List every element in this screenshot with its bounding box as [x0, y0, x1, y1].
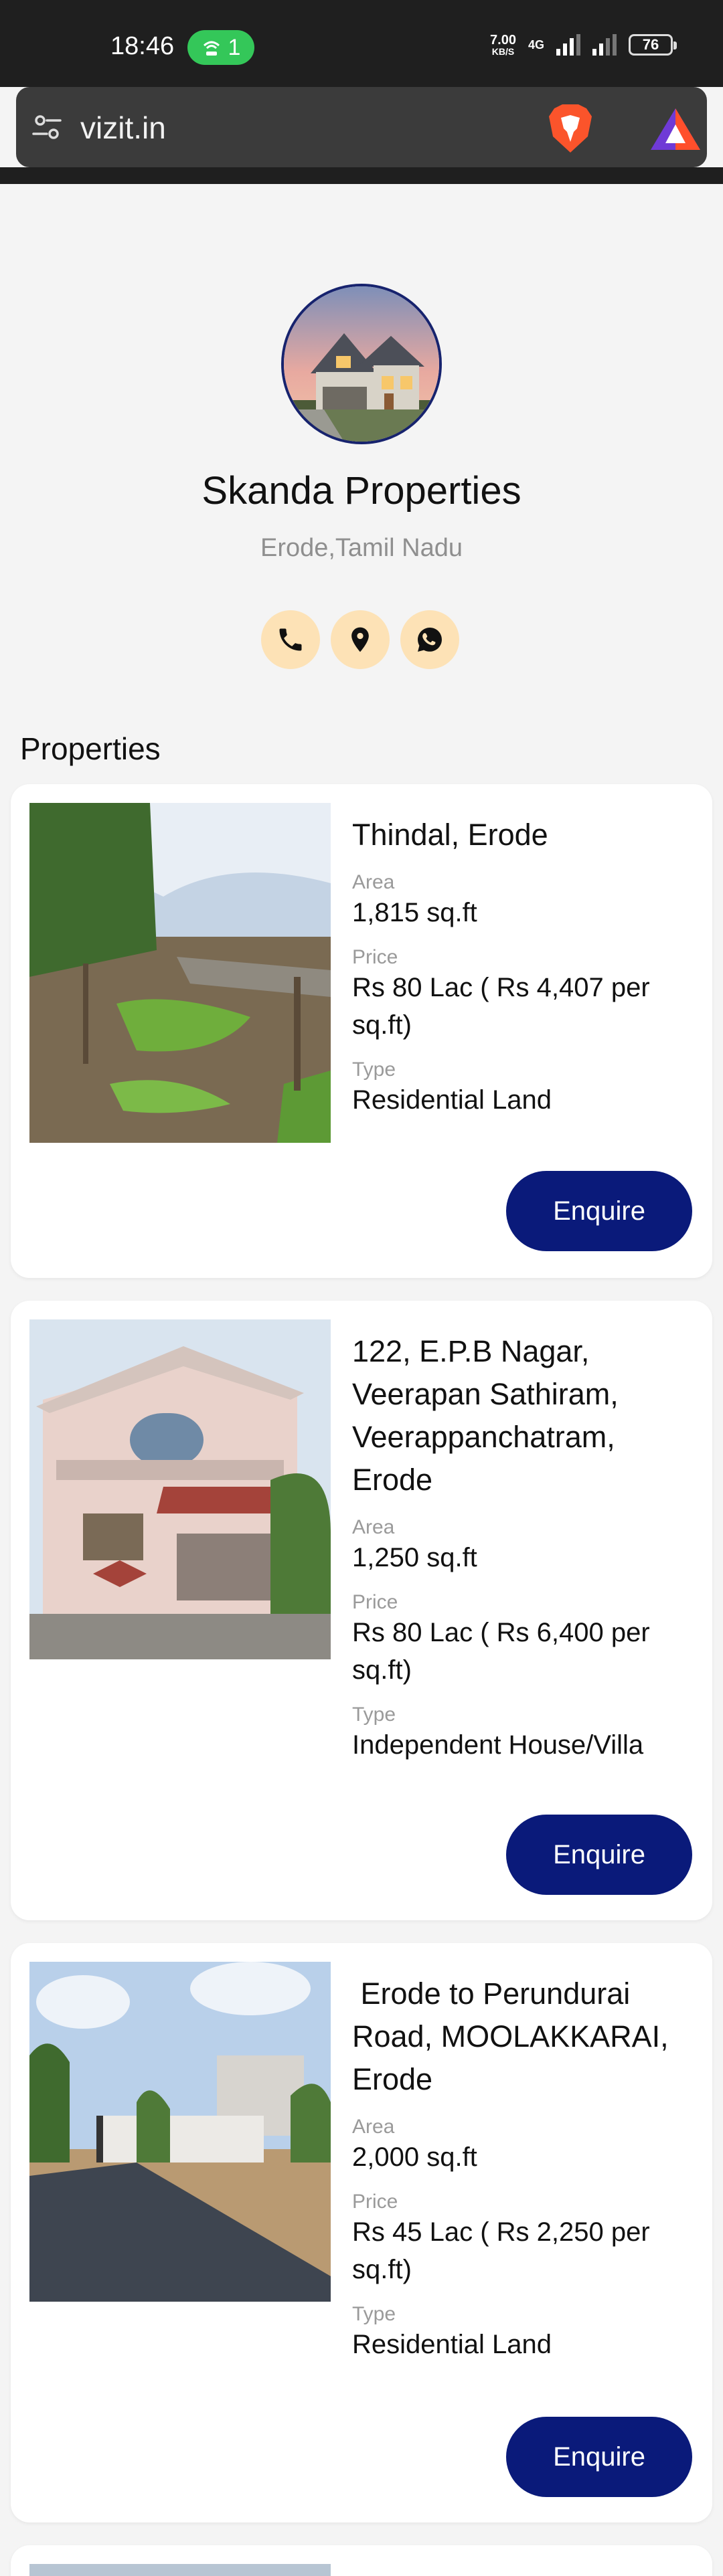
- speed-value: 7.00: [490, 33, 516, 48]
- type-label: Type: [352, 1059, 396, 1081]
- property-title: Thindal, Erode: [352, 818, 548, 852]
- network-speed: 7.00 KB/S: [490, 33, 516, 56]
- brave-shields-icon[interactable]: [545, 102, 596, 155]
- enquire-button[interactable]: Enquire: [506, 2417, 692, 2497]
- contact-actions: [261, 610, 459, 669]
- site-settings-icon[interactable]: [31, 111, 63, 143]
- type-label: Type: [352, 2303, 396, 2325]
- brave-rewards-icon[interactable]: [648, 106, 703, 153]
- property-photo[interactable]: [29, 2564, 331, 2576]
- phone-icon: [279, 628, 302, 651]
- whatsapp-button[interactable]: [400, 610, 459, 669]
- hotspot-icon: [203, 41, 220, 56]
- property-photo[interactable]: [29, 1962, 331, 2302]
- price-value: Rs 80 Lac ( Rs 6,400 per sq.ft): [352, 1618, 650, 1685]
- section-title: Properties: [20, 731, 161, 766]
- address-bar[interactable]: vizit.in: [16, 87, 707, 167]
- area-label: Area: [352, 1516, 395, 1538]
- property-title: Erode to Perundurai Road, MOOLAKKARAI, E…: [352, 1976, 677, 2096]
- type-label: Type: [352, 1704, 396, 1726]
- battery-icon: 76: [629, 34, 677, 56]
- status-time: 18:46: [110, 32, 175, 60]
- type-value: Residential Land: [352, 1085, 552, 1115]
- property-card: 122, E.P.B Nagar, Veerapan Sathiram, Vee…: [11, 1301, 712, 1920]
- area-value: 2,000 sq.ft: [352, 2142, 477, 2172]
- enquire-button[interactable]: Enquire: [506, 1171, 692, 1251]
- whatsapp-icon: [418, 628, 442, 652]
- house-photo: [284, 286, 439, 442]
- toolbar-background: [0, 167, 723, 184]
- area-value: 1,250 sq.ft: [352, 1543, 477, 1572]
- price-label: Price: [352, 2191, 398, 2213]
- property-card: Thindal, Erode Area 1,815 sq.ft Price Rs…: [11, 784, 712, 1278]
- hotspot-badge: 1: [187, 30, 254, 65]
- call-button[interactable]: [261, 610, 320, 669]
- enquire-button[interactable]: Enquire: [506, 1815, 692, 1895]
- price-label: Price: [352, 1591, 398, 1613]
- url-text[interactable]: vizit.in: [80, 110, 166, 146]
- type-value: Independent House/Villa: [352, 1730, 644, 1760]
- property-card: Erode to Perundurai Road, MOOLAKKARAI, E…: [11, 1943, 712, 2522]
- property-title: 122, E.P.B Nagar, Veerapan Sathiram, Vee…: [352, 1334, 619, 1497]
- type-value: Residential Land: [352, 2330, 552, 2359]
- price-value: Rs 45 Lac ( Rs 2,250 per sq.ft): [352, 2217, 650, 2284]
- profile-name: Skanda Properties: [202, 469, 521, 513]
- property-photo[interactable]: [29, 1319, 331, 1659]
- signal-icon-2: [592, 34, 617, 56]
- area-label: Area: [352, 871, 395, 893]
- network-type: 4G: [528, 37, 544, 52]
- speed-unit: KB/S: [491, 46, 515, 57]
- battery-level: 76: [642, 36, 659, 53]
- avatar: [281, 284, 442, 444]
- property-card: [11, 2545, 712, 2576]
- property-photo[interactable]: [29, 803, 331, 1143]
- signal-icon: [556, 34, 580, 56]
- price-value: Rs 80 Lac ( Rs 4,407 per sq.ft): [352, 973, 650, 1040]
- profile-location: Erode,Tamil Nadu: [260, 534, 463, 562]
- location-button[interactable]: [331, 610, 390, 669]
- price-label: Price: [352, 946, 398, 968]
- area-label: Area: [352, 2116, 395, 2138]
- status-bar: 18:46 1 7.00 KB/S 4G 76: [0, 0, 723, 87]
- map-pin-icon: [351, 627, 369, 652]
- area-value: 1,815 sq.ft: [352, 898, 477, 927]
- hotspot-count: 1: [228, 34, 241, 60]
